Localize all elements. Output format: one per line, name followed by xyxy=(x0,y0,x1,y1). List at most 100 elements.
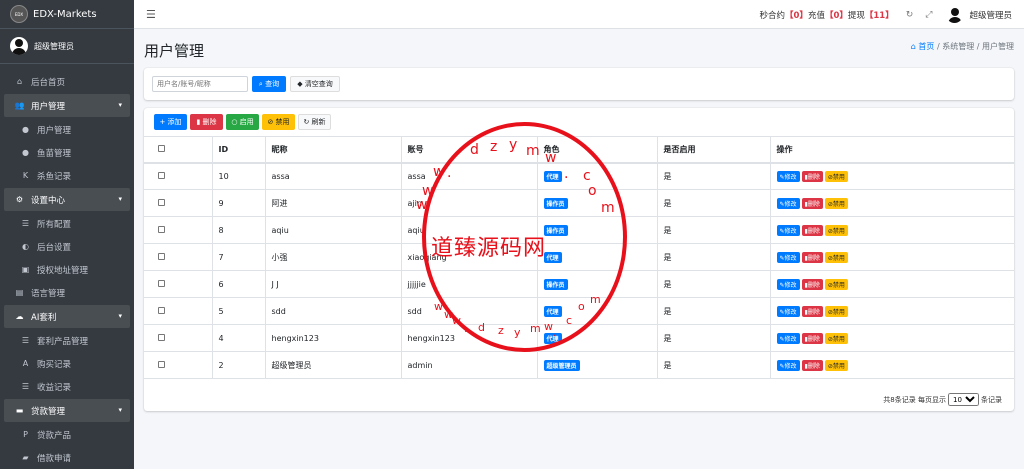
row-select-cell[interactable] xyxy=(144,297,213,325)
row-delete-button[interactable]: ▮删除 xyxy=(801,278,823,290)
table-row: 2 超级管理员 admin 超级管理员是 ✎修改 ▮删除 ⊘禁用 xyxy=(144,351,1014,379)
row-delete-button[interactable]: ▮删除 xyxy=(801,359,823,371)
sidebar-item-16[interactable]: ▰ 借款申请 xyxy=(4,446,130,469)
chevron-down-icon: ▾ xyxy=(118,312,122,320)
refresh-icon[interactable]: ↻ xyxy=(906,10,914,20)
user-panel[interactable]: 超级管理员 xyxy=(0,29,134,64)
menu-toggle-icon[interactable]: ☰ xyxy=(146,8,156,21)
row-checkbox[interactable] xyxy=(158,252,165,260)
add-button[interactable]: + 添加 xyxy=(154,114,187,130)
select-all-checkbox[interactable] xyxy=(158,144,165,152)
breadcrumb-system[interactable]: 系统管理 xyxy=(942,42,974,51)
sidebar-item-4[interactable]: K 杀鱼记录 xyxy=(4,164,130,187)
sidebar-item-6[interactable]: ☰ 所有配置 xyxy=(4,212,130,235)
row-checkbox[interactable] xyxy=(158,306,165,314)
sidebar-item-11[interactable]: ☰ 套利产品管理 xyxy=(4,329,130,352)
row-disable-button[interactable]: ⊘禁用 xyxy=(824,278,848,290)
row-delete-button[interactable]: ▮删除 xyxy=(801,305,823,317)
col-id[interactable]: ID xyxy=(212,136,266,164)
topbar-user-name[interactable]: 超级管理员 xyxy=(969,9,1012,21)
cell-id: 9 xyxy=(212,189,266,217)
brand[interactable]: EDX EDX-Markets xyxy=(0,0,134,29)
cell-enabled: 是 xyxy=(657,351,771,379)
enable-button[interactable]: ○ 启用 xyxy=(226,114,259,130)
disable-button[interactable]: ⊘ 禁用 xyxy=(262,114,295,130)
row-checkbox[interactable] xyxy=(158,171,165,179)
cell-enabled: 是 xyxy=(657,243,771,271)
breadcrumb-home[interactable]: ⌂ 首页 xyxy=(911,42,935,51)
cell-enabled: 是 xyxy=(657,189,771,217)
clear-query-button[interactable]: ◆ 清空查询 xyxy=(290,76,340,92)
refresh-button[interactable]: ↻ 刷新 xyxy=(298,114,331,130)
row-disable-button[interactable]: ⊘禁用 xyxy=(824,359,848,371)
row-checkbox[interactable] xyxy=(158,198,165,206)
row-disable-button[interactable]: ⊘禁用 xyxy=(824,251,848,263)
sidebar-item-label: 用户管理 xyxy=(37,125,72,136)
sidebar-item-9[interactable]: ▤ 语言管理 xyxy=(4,281,130,304)
ban-icon: ⊘ xyxy=(267,118,274,126)
sidebar-item-2[interactable]: ● 用户管理 xyxy=(4,118,130,141)
col-enabled[interactable]: 是否启用 xyxy=(657,136,771,164)
col-nickname[interactable]: 昵称 xyxy=(265,136,402,164)
edit-button[interactable]: ✎修改 xyxy=(776,305,800,317)
sidebar-item-10[interactable]: ☁ AI套利 ▾ xyxy=(4,305,130,328)
edit-button[interactable]: ✎修改 xyxy=(776,251,800,263)
recharge-link[interactable]: 充值【0】 xyxy=(808,9,848,21)
edit-button[interactable]: ✎修改 xyxy=(776,170,800,182)
sidebar-item-13[interactable]: ☰ 收益记录 xyxy=(4,375,130,398)
row-select-cell[interactable] xyxy=(144,243,213,271)
cell-role: 操作员 xyxy=(537,216,658,244)
edit-button[interactable]: ✎修改 xyxy=(776,359,800,371)
row-select-cell[interactable] xyxy=(144,162,213,190)
seconds-contract-link[interactable]: 秒合约【0】 xyxy=(760,9,808,21)
user-table: ID 昵称 账号 角色 是否启用 操作 10 assa assa 代理是 ✎修改 ▮删除 ⊘… xyxy=(144,136,1014,379)
sidebar-item-3[interactable]: ● 鱼苗管理 xyxy=(4,141,130,164)
row-disable-button[interactable]: ⊘禁用 xyxy=(824,332,848,344)
topbar-right: 秒合约【0】 充值【0】 提现【11】 ↻ ⤢ 超级管理员 xyxy=(760,0,1012,29)
watermark-letter: w xyxy=(544,320,553,333)
row-checkbox[interactable] xyxy=(158,225,165,233)
sidebar-item-0[interactable]: ⌂ 后台首页 xyxy=(4,70,130,93)
fullscreen-icon[interactable]: ⤢ xyxy=(925,10,932,20)
row-select-cell[interactable] xyxy=(144,324,213,352)
row-disable-button[interactable]: ⊘禁用 xyxy=(824,197,848,209)
row-select-cell[interactable] xyxy=(144,216,213,244)
row-checkbox[interactable] xyxy=(158,333,165,341)
edit-button[interactable]: ✎修改 xyxy=(776,197,800,209)
sidebar-item-7[interactable]: ◐ 后台设置 xyxy=(4,235,130,258)
delete-button[interactable]: ▮ 删除 xyxy=(190,114,223,130)
edit-button[interactable]: ✎修改 xyxy=(776,332,800,344)
sidebar-item-15[interactable]: P 贷款产品 xyxy=(4,423,130,446)
row-delete-button[interactable]: ▮删除 xyxy=(801,224,823,236)
query-button[interactable]: ⌕ 查询 xyxy=(252,76,286,92)
sidebar-item-5[interactable]: ⚙ 设置中心 ▾ xyxy=(4,188,130,211)
chevron-down-icon: ▾ xyxy=(118,101,122,109)
row-delete-button[interactable]: ▮删除 xyxy=(801,197,823,209)
sidebar-item-12[interactable]: A 购买记录 xyxy=(4,352,130,375)
row-select-cell[interactable] xyxy=(144,351,213,379)
row-delete-button[interactable]: ▮删除 xyxy=(801,170,823,182)
search-input[interactable] xyxy=(152,76,248,92)
row-checkbox[interactable] xyxy=(158,360,165,368)
cell-role: 代理 xyxy=(537,162,658,190)
cell-nickname: assa xyxy=(265,162,402,190)
edit-button[interactable]: ✎修改 xyxy=(776,224,800,236)
row-delete-button[interactable]: ▮删除 xyxy=(801,251,823,263)
topbar-avatar[interactable] xyxy=(946,6,964,23)
sidebar-item-1[interactable]: 👥 用户管理 ▾ xyxy=(4,94,130,117)
row-select-cell[interactable] xyxy=(144,270,213,298)
row-disable-button[interactable]: ⊘禁用 xyxy=(824,224,848,236)
row-checkbox[interactable] xyxy=(158,279,165,287)
sidebar-item-8[interactable]: ▣ 授权地址管理 xyxy=(4,258,130,281)
withdraw-link[interactable]: 提现【11】 xyxy=(848,9,894,21)
cell-actions: ✎修改 ▮删除 ⊘禁用 xyxy=(770,162,1014,190)
select-all-header[interactable] xyxy=(144,136,213,164)
per-page-select[interactable]: 10 xyxy=(948,393,979,406)
row-delete-button[interactable]: ▮删除 xyxy=(801,332,823,344)
row-select-cell[interactable] xyxy=(144,189,213,217)
sidebar-item-14[interactable]: ▬ 贷款管理 ▾ xyxy=(4,399,130,422)
role-badge: 代理 xyxy=(543,305,562,317)
row-disable-button[interactable]: ⊘禁用 xyxy=(824,170,848,182)
edit-button[interactable]: ✎修改 xyxy=(776,278,800,290)
row-disable-button[interactable]: ⊘禁用 xyxy=(824,305,848,317)
